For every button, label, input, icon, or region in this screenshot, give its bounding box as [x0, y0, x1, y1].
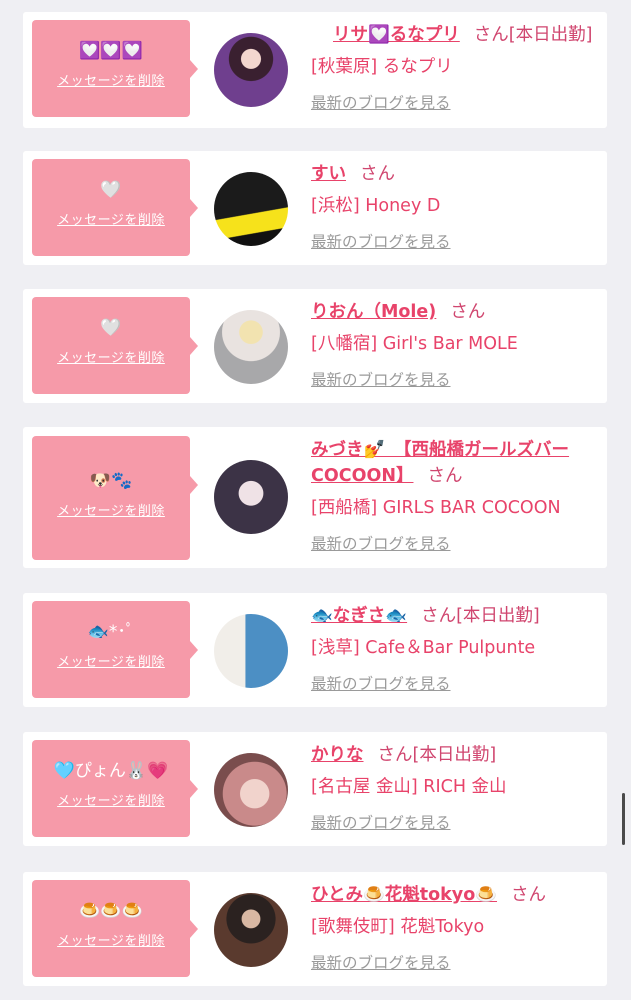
scrollbar[interactable]: [622, 793, 625, 845]
girl-name-link[interactable]: ひとみ🍮花魁tokyo🍮: [311, 885, 497, 905]
shop-name: [浅草] Cafe＆Bar Pulpunte: [311, 638, 536, 658]
message-bubble: 🐟*･ﾟ メッセージを削除: [32, 601, 198, 698]
message-emoji: 🍮🍮🍮: [79, 901, 143, 921]
view-blog-link[interactable]: 最新のブログを見る: [311, 532, 451, 554]
message-emoji: 🐶🐾: [89, 471, 133, 491]
avatar[interactable]: [214, 33, 288, 107]
girl-name-link[interactable]: リサ💟るなプリ: [333, 25, 460, 45]
message-list: 💟💟💟 メッセージを削除 リサ💟るなプリ さん[本日出勤] [秋葉原] るなプリ …: [0, 0, 631, 1000]
message-bubble: 🤍 メッセージを削除: [32, 159, 198, 256]
view-blog-link[interactable]: 最新のブログを見る: [311, 951, 451, 973]
message-bubble: 🍮🍮🍮 メッセージを削除: [32, 880, 198, 977]
delete-message-button[interactable]: メッセージを削除: [57, 209, 165, 228]
girl-name-link[interactable]: りおん（Mole): [311, 302, 436, 322]
today-badge: [本日出勤]: [412, 745, 497, 765]
san-suffix: さん: [360, 164, 395, 184]
message-emoji: 🐟*･ﾟ: [87, 622, 135, 642]
shop-name: [歌舞伎町] 花魁Tokyo: [311, 917, 485, 937]
san-suffix: さん: [511, 885, 547, 905]
san-suffix: さん: [450, 302, 486, 322]
delete-message-button[interactable]: メッセージを削除: [57, 651, 165, 670]
view-blog-link[interactable]: 最新のブログを見る: [311, 91, 451, 113]
girl-name-link[interactable]: すい: [311, 164, 346, 184]
message-bubble: 🤍 メッセージを削除: [32, 297, 198, 394]
san-suffix: さん: [427, 466, 463, 486]
message-emoji: 💟💟💟: [79, 41, 143, 61]
delete-message-button[interactable]: メッセージを削除: [57, 930, 165, 949]
message-card: 🩵ぴょん🐰💗 メッセージを削除 かりな さん[本日出勤] [名古屋 金山] RIC…: [23, 732, 607, 846]
avatar[interactable]: [214, 460, 288, 534]
message-emoji: 🩵ぴょん🐰💗: [53, 761, 169, 781]
san-suffix: さん: [421, 606, 457, 626]
san-suffix: さん: [377, 745, 413, 765]
message-emoji: 🤍: [100, 318, 122, 338]
message-card: 🤍 メッセージを削除 すい さん [浜松] Honey D 最新のブログを見る: [23, 151, 607, 265]
message-card: 🐟*･ﾟ メッセージを削除 🐟なぎさ🐟 さん[本日出勤] [浅草] Cafe＆Ba…: [23, 593, 607, 707]
view-blog-link[interactable]: 最新のブログを見る: [311, 368, 451, 390]
delete-message-button[interactable]: メッセージを削除: [57, 347, 165, 366]
shop-name: [西船橋] GIRLS BAR COCOON: [311, 498, 561, 518]
shop-name: [秋葉原] るなプリ: [311, 57, 453, 77]
message-card: 🍮🍮🍮 メッセージを削除 ひとみ🍮花魁tokyo🍮 さん [歌舞伎町] 花魁Tok…: [23, 872, 607, 986]
message-card: 🤍 メッセージを削除 りおん（Mole) さん [八幡宿] Girl's Bar …: [23, 289, 607, 403]
shop-name: [八幡宿] Girl's Bar MOLE: [311, 334, 518, 354]
delete-message-button[interactable]: メッセージを削除: [57, 70, 165, 89]
delete-message-button[interactable]: メッセージを削除: [57, 790, 165, 809]
view-blog-link[interactable]: 最新のブログを見る: [311, 811, 451, 833]
message-emoji: 🤍: [100, 180, 122, 200]
girl-name-link[interactable]: 🐟なぎさ🐟: [311, 606, 407, 626]
message-bubble: 🐶🐾 メッセージを削除: [32, 436, 198, 560]
shop-name: [名古屋 金山] RICH 金山: [311, 777, 507, 797]
message-bubble: 🩵ぴょん🐰💗 メッセージを削除: [32, 740, 198, 837]
view-blog-link[interactable]: 最新のブログを見る: [311, 230, 451, 252]
avatar[interactable]: [214, 310, 288, 384]
message-bubble: 💟💟💟 メッセージを削除: [32, 20, 198, 117]
san-suffix: さん: [473, 25, 509, 45]
avatar[interactable]: [214, 893, 288, 967]
avatar[interactable]: [214, 172, 288, 246]
delete-message-button[interactable]: メッセージを削除: [57, 500, 165, 519]
view-blog-link[interactable]: 最新のブログを見る: [311, 672, 451, 694]
today-badge: [本日出勤]: [508, 25, 593, 45]
girl-name-link[interactable]: かりな: [311, 745, 364, 765]
today-badge: [本日出勤]: [456, 606, 540, 626]
avatar[interactable]: [214, 614, 288, 688]
message-card: 🐶🐾 メッセージを削除 みづき💅 【西船橋ガールズバーCOCOON】 さん [西船…: [23, 427, 607, 568]
avatar[interactable]: [214, 753, 288, 827]
shop-name: [浜松] Honey D: [311, 196, 441, 216]
message-card: 💟💟💟 メッセージを削除 リサ💟るなプリ さん[本日出勤] [秋葉原] るなプリ …: [23, 12, 607, 128]
